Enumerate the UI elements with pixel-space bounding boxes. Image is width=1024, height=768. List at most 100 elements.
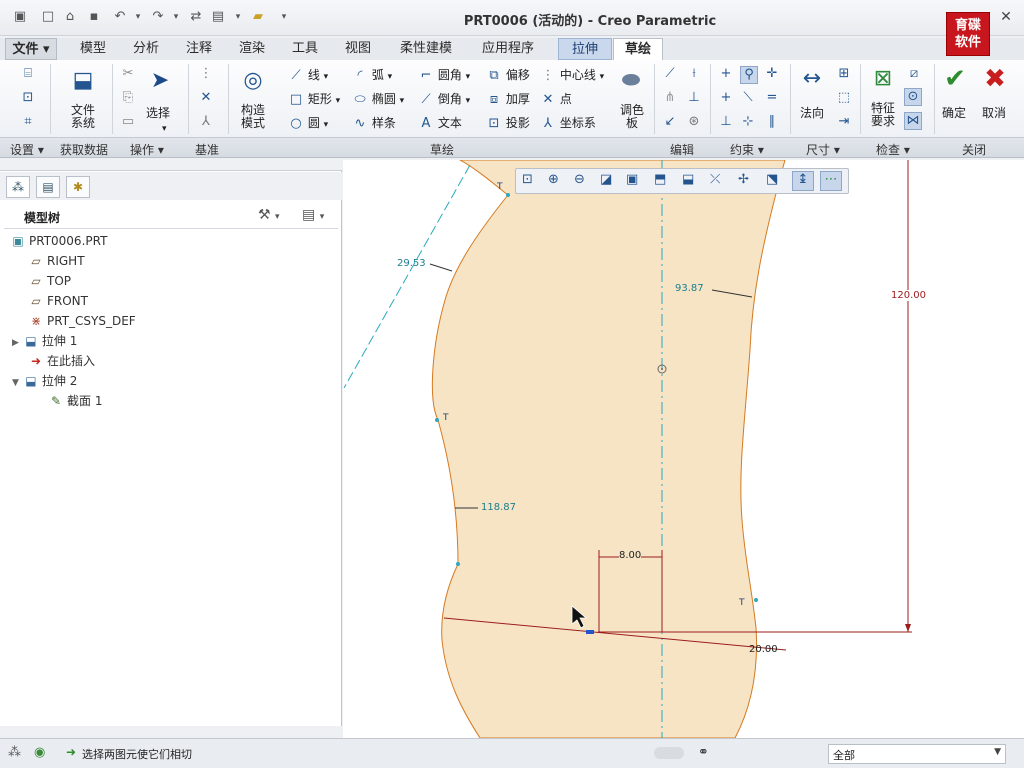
windows-dropdown-icon[interactable]: ▾ — [230, 9, 246, 25]
tab-flexible[interactable]: 柔性建模 — [388, 38, 464, 60]
equal-constraint-icon[interactable]: = — [764, 90, 780, 106]
sketch-profile[interactable] — [431, 160, 786, 738]
tab-sketch[interactable]: 草绘 — [613, 38, 663, 61]
annotation-display-icon[interactable]: ⬔ — [766, 172, 778, 187]
dim-display-icon[interactable]: ↨ — [792, 171, 814, 191]
perpendicular-constraint-icon[interactable]: ⊥ — [718, 114, 734, 130]
tab-analysis[interactable]: 分析 — [122, 38, 170, 60]
zoom-in-icon[interactable]: ⊕ — [548, 172, 559, 187]
construction-mode-button[interactable]: 构造 模式 — [236, 104, 270, 130]
vertex-point[interactable] — [754, 598, 758, 602]
dim-label-118-87[interactable]: 118.87 — [481, 502, 516, 513]
tangent-constraint-icon[interactable]: ⚲ — [740, 66, 758, 84]
redo-dropdown-icon[interactable]: ▾ — [168, 9, 184, 25]
file-system-button[interactable]: 文件 系统 — [60, 104, 106, 130]
tree-settings-icon[interactable]: ⚒ ▾ — [258, 207, 280, 223]
mirror-icon[interactable]: ⋔ — [662, 90, 678, 106]
favorites-tab-icon[interactable]: ✱ — [66, 176, 90, 198]
point-button[interactable]: ✕ 点 — [540, 90, 572, 108]
sketch-svg[interactable] — [343, 160, 1024, 738]
datum-centerline-icon[interactable]: ⋮ — [198, 66, 214, 82]
undo-icon[interactable]: ↶ — [112, 9, 128, 25]
feature-requirements-button[interactable]: 特征 要求 — [868, 102, 898, 128]
rectangle-button[interactable]: □ 矩形 ▾ — [288, 90, 340, 108]
sketch-setup-icon[interactable]: ⌸ — [20, 66, 36, 82]
tree-item-front[interactable]: ▱ FRONT — [28, 292, 88, 310]
dim-label-120[interactable]: 120.00 — [891, 290, 926, 301]
tab-model[interactable]: 模型 — [68, 38, 118, 60]
regenerate-icon[interactable]: ⇄ — [188, 9, 204, 25]
normal-dimension-icon[interactable]: ↔ — [797, 64, 827, 94]
file-system-icon[interactable]: ⬓ — [68, 66, 98, 96]
vertex-point[interactable] — [506, 193, 510, 197]
navigator-toggle-icon[interactable]: ⁂ — [8, 745, 21, 760]
paste-icon[interactable]: ▭ — [120, 114, 136, 130]
folder-browser-tab-icon[interactable]: ▤ — [36, 176, 60, 198]
windows-icon[interactable]: ▤ — [210, 9, 226, 25]
feature-requirements-icon[interactable]: ⊠ — [868, 64, 898, 94]
group-operations[interactable]: 操作 ▾ — [130, 141, 164, 158]
spin-center-icon[interactable]: ✢ — [738, 172, 749, 187]
tab-apps[interactable]: 应用程序 — [470, 38, 546, 60]
group-setup[interactable]: 设置 ▾ — [10, 141, 44, 158]
refit-icon[interactable]: ⊡ — [522, 172, 533, 187]
select-arrow-icon[interactable]: ➤ — [145, 66, 175, 96]
close-button[interactable]: ✕ — [996, 8, 1016, 26]
vertical-constraint-icon[interactable]: + — [718, 66, 734, 82]
tab-file[interactable]: 文件 ▾ — [5, 38, 57, 60]
highlight-open-ends-icon[interactable]: ⊙ — [904, 88, 922, 106]
group-dimension[interactable]: 尺寸 ▾ — [806, 141, 840, 158]
tree-columns-icon[interactable]: ▤ ▾ — [302, 207, 324, 223]
browser-toggle-icon[interactable]: ◉ — [34, 745, 45, 760]
dim-label-93-87[interactable]: 93.87 — [675, 283, 704, 294]
centerline-button[interactable]: ⋮ 中心线 ▾ — [540, 66, 605, 84]
circle-button[interactable]: ○ 圆 ▾ — [288, 114, 328, 132]
cut-icon[interactable]: ✂ — [120, 66, 136, 82]
horizontal-constraint-icon[interactable]: + — [718, 90, 734, 106]
references-icon[interactable]: ⌗ — [20, 114, 36, 130]
dim-label-29-53[interactable]: 29.53 — [397, 258, 426, 269]
open-icon[interactable]: ⌂ — [62, 9, 78, 25]
redo-icon[interactable]: ↷ — [150, 9, 166, 25]
tab-render[interactable]: 渲染 — [228, 38, 276, 60]
project-button[interactable]: ⊡ 投影 — [486, 114, 530, 132]
midpoint-constraint-icon[interactable]: ✛ — [764, 66, 780, 82]
new-icon[interactable]: □ — [40, 9, 56, 25]
thicken-button[interactable]: ⧈ 加厚 — [486, 90, 530, 108]
tab-tools[interactable]: 工具 — [281, 38, 329, 60]
coord-sys-button[interactable]: ⅄ 坐标系 — [540, 114, 596, 132]
datum-point-icon[interactable]: ✕ — [198, 90, 214, 106]
tree-item-right[interactable]: ▱ RIGHT — [28, 252, 84, 270]
sketch-view-icon[interactable]: ⊡ — [20, 90, 36, 106]
ok-check-icon[interactable]: ✔ — [940, 64, 970, 94]
rotate-resize-icon[interactable]: ⊛ — [686, 114, 702, 130]
group-get-data[interactable]: 获取数据 — [60, 141, 108, 158]
tree-item-section[interactable]: ✎ 截面 1 — [48, 392, 102, 410]
ok-button[interactable]: 确定 — [942, 104, 966, 121]
find-icon[interactable]: ⚭ — [698, 745, 709, 760]
dim-label-20[interactable]: 20.00 — [749, 644, 778, 655]
chevron-down-icon[interactable]: ▼ — [994, 747, 1001, 757]
reference-dim-icon[interactable]: ⬚ — [836, 90, 852, 106]
collapse-icon[interactable]: ▼ — [12, 378, 19, 388]
arc-button[interactable]: ◜ 弧 ▾ — [352, 66, 392, 84]
palette-icon[interactable]: ⬬ — [616, 66, 646, 96]
corner-icon[interactable]: ↙ — [662, 114, 678, 130]
perimeter-icon[interactable]: ⊞ — [836, 66, 852, 82]
dim-label-8[interactable]: 8.00 — [619, 550, 642, 561]
baseline-icon[interactable]: ⇥ — [836, 114, 852, 130]
save-icon[interactable]: ▪ — [86, 9, 102, 25]
select-dropdown-icon[interactable]: ▾ — [162, 124, 167, 134]
constraint-display-icon[interactable]: ⋯ — [820, 171, 842, 191]
graphics-canvas[interactable]: 29.53 93.87 120.00 118.87 8.00 20.00 T T… — [343, 160, 1024, 738]
tree-item-extrude1[interactable]: ▶ ⬓ 拉伸 1 — [12, 332, 77, 350]
customize-icon[interactable]: ▾ — [276, 9, 292, 25]
shade-closed-loops-icon[interactable]: ⋈ — [904, 112, 922, 130]
datum-display-icon[interactable]: ⤫ — [710, 172, 720, 187]
tab-view[interactable]: 视图 — [334, 38, 382, 60]
vertex-point[interactable] — [456, 562, 460, 566]
cancel-button[interactable]: 取消 — [982, 104, 1006, 121]
tab-extrude[interactable]: 拉伸 — [558, 38, 612, 60]
chamfer-button[interactable]: ⟋ 倒角 ▾ — [418, 90, 470, 108]
tree-item-csys[interactable]: ⋇ PRT_CSYS_DEF — [28, 312, 136, 330]
